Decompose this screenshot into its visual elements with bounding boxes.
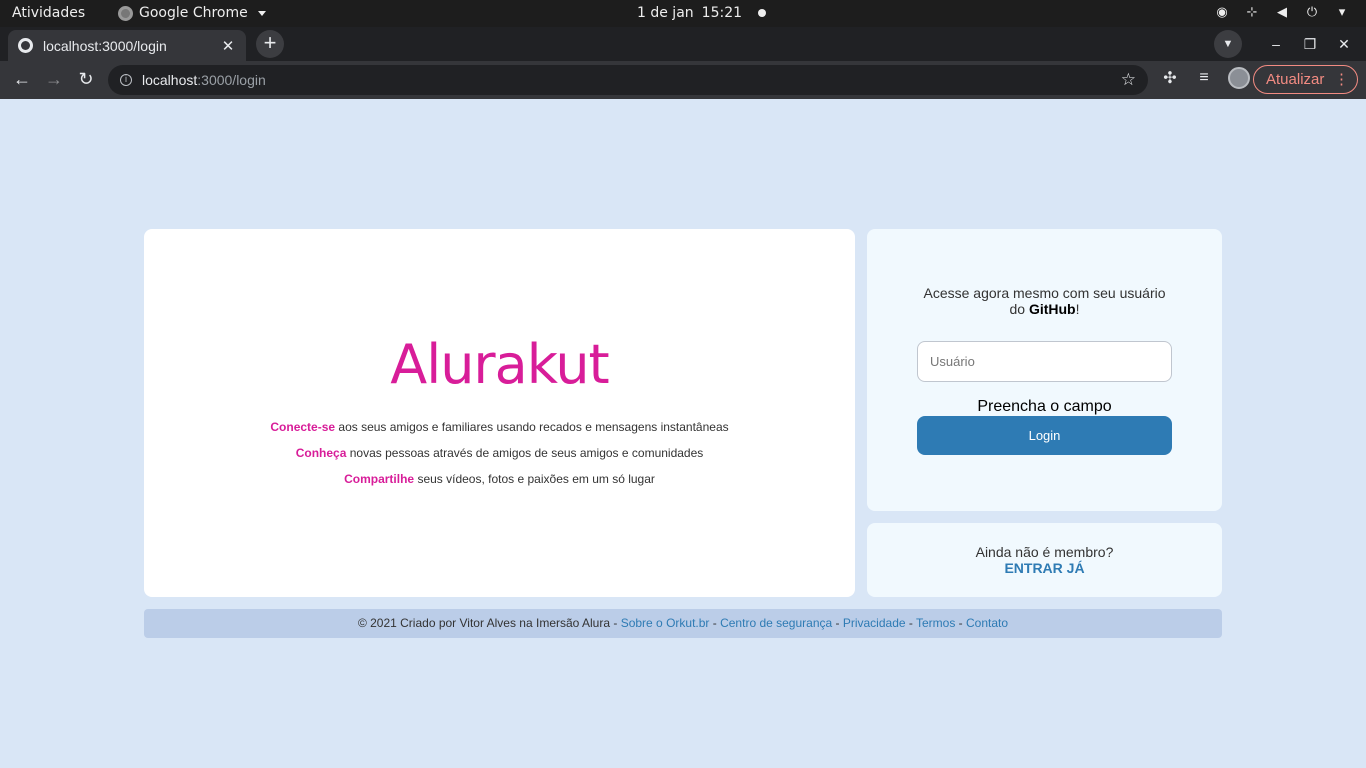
new-tab-button[interactable]: + <box>256 30 284 58</box>
clock-time: 15:21 <box>701 5 743 21</box>
welcome-panel: Alurakut Conecte-se aos seus amigos e fa… <box>144 229 855 597</box>
login-intro: Acesse agora mesmo com seu usuário do Gi… <box>923 285 1166 317</box>
validation-tooltip: Preencha o campo <box>977 398 1112 415</box>
chevron-down-icon <box>257 10 266 16</box>
url-text[interactable]: localhost:3000/login <box>142 72 1121 88</box>
signup-link[interactable]: ENTRAR JÁ <box>867 560 1222 576</box>
login-button[interactable]: Login <box>917 416 1172 455</box>
bookmark-star-icon[interactable]: ☆ <box>1121 70 1136 90</box>
username-input[interactable] <box>917 341 1172 382</box>
info-icon[interactable]: i <box>120 74 132 86</box>
chevron-down-icon[interactable]: ▾ <box>1334 5 1350 21</box>
system-top-bar: Atividades Google Chrome 1 de jan 15:21 … <box>0 0 1366 27</box>
footer-link-terms[interactable]: Termos <box>916 616 955 630</box>
volume-icon[interactable]: ◀ <box>1274 5 1290 21</box>
power-icon[interactable]: ⏻ <box>1304 5 1320 21</box>
tab-title: localhost:3000/login <box>43 37 167 54</box>
chrome-icon <box>118 5 133 21</box>
tagline-connect: Conecte-se aos seus amigos e familiares … <box>270 420 729 434</box>
browser-toolbar: ← → ↻ i localhost:3000/login ☆ ✣ ≡ Atual… <box>0 61 1366 99</box>
footer-credit: © 2021 Criado por Vitor Alves na Imersão… <box>357 616 611 630</box>
update-button[interactable]: Atualizar ⋮ <box>1253 65 1358 94</box>
notification-dot-icon <box>758 9 767 17</box>
login-form: Acesse agora mesmo com seu usuário do Gi… <box>867 229 1222 511</box>
tab-search-button[interactable]: ▼ <box>1214 30 1242 58</box>
tab-active[interactable]: localhost:3000/login ✕ <box>8 30 246 61</box>
restore-icon[interactable]: ❐ <box>1300 36 1320 53</box>
extensions-icon[interactable]: ✣ <box>1160 68 1180 88</box>
signup-panel: Ainda não é membro? ENTRAR JÁ <box>867 523 1222 597</box>
tagline-share: Compartilhe seus vídeos, fotos e paixões… <box>344 472 655 486</box>
alurakut-logo: Alurakut <box>390 333 609 396</box>
footer-link-contact[interactable]: Contato <box>966 616 1008 630</box>
system-tray[interactable]: ◉ ⊹ ◀ ⏻ ▾ <box>1214 5 1350 21</box>
app-name: Google Chrome <box>139 5 248 21</box>
globe-icon <box>18 38 33 53</box>
signup-question: Ainda não é membro? <box>975 544 1114 560</box>
app-menu[interactable]: Google Chrome <box>118 5 266 21</box>
discord-icon[interactable]: ◉ <box>1214 5 1230 21</box>
media-control-icon[interactable]: ≡ <box>1194 69 1214 87</box>
update-label: Atualizar <box>1266 71 1325 88</box>
page-footer: © 2021 Criado por Vitor Alves na Imersão… <box>144 609 1222 638</box>
page-content: Alurakut Conecte-se aos seus amigos e fa… <box>0 99 1366 768</box>
toolbar-actions: ✣ ≡ <box>1160 67 1250 89</box>
footer-link-about[interactable]: Sobre o Orkut.br <box>621 616 710 630</box>
close-icon[interactable]: ✕ <box>220 37 236 55</box>
profile-avatar[interactable] <box>1228 67 1250 89</box>
forward-icon[interactable]: → <box>43 69 65 89</box>
address-bar[interactable]: i localhost:3000/login ☆ <box>108 65 1148 95</box>
close-window-icon[interactable]: ✕ <box>1334 36 1354 53</box>
footer-link-privacy[interactable]: Privacidade <box>843 616 906 630</box>
tab-strip: localhost:3000/login ✕ + ▼ – ❐ ✕ <box>0 27 1366 61</box>
clock-date: 1 de jan <box>637 5 694 21</box>
tagline-meet: Conheça novas pessoas através de amigos … <box>295 446 704 460</box>
network-icon[interactable]: ⊹ <box>1244 5 1260 21</box>
minimize-icon[interactable]: – <box>1266 36 1286 52</box>
reload-icon[interactable]: ↻ <box>75 69 97 89</box>
window-controls: ▼ – ❐ ✕ <box>1214 27 1366 61</box>
clock[interactable]: 1 de jan 15:21 <box>637 5 767 21</box>
back-icon[interactable]: ← <box>11 69 33 89</box>
activities-button[interactable]: Atividades <box>12 5 85 21</box>
more-options-icon: ⋮ <box>1334 71 1349 88</box>
footer-link-security[interactable]: Centro de segurança <box>720 616 832 630</box>
